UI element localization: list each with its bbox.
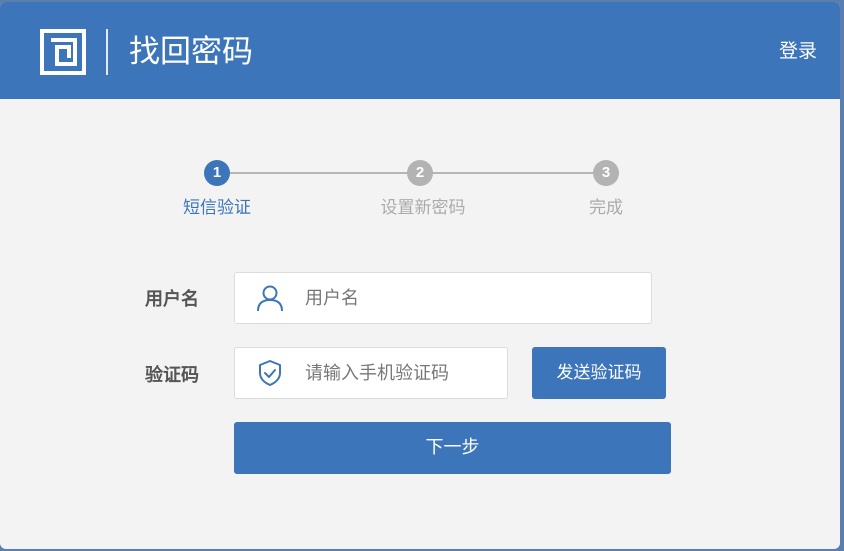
login-link[interactable]: 登录 xyxy=(779,38,817,64)
app-logo-icon xyxy=(40,29,86,75)
step-2-dot: 2 xyxy=(407,160,433,186)
next-step-button[interactable]: 下一步 xyxy=(234,422,671,474)
step-3-dot: 3 xyxy=(593,160,619,186)
step-1-dot: 1 xyxy=(204,160,230,186)
step-1-label: 短信验证 xyxy=(183,198,251,218)
shield-check-icon xyxy=(259,360,281,386)
username-input[interactable] xyxy=(305,273,635,323)
code-label: 验证码 xyxy=(145,365,199,386)
step-2-label: 设置新密码 xyxy=(380,198,466,218)
step-connector-1 xyxy=(230,172,410,174)
code-input[interactable] xyxy=(305,348,501,398)
send-code-button[interactable]: 发送验证码 xyxy=(532,347,666,399)
step-connector-2 xyxy=(432,172,595,174)
code-field[interactable] xyxy=(234,347,508,399)
username-field[interactable] xyxy=(234,272,652,324)
step-3-label: 完成 xyxy=(589,198,623,218)
user-icon xyxy=(257,285,283,312)
find-password-window: 找回密码 登录 1 2 3 短信验证 设置新密码 完成 用户名 验证码 发送验证… xyxy=(0,2,840,549)
header-divider xyxy=(106,29,108,75)
page-title: 找回密码 xyxy=(129,34,253,70)
header-bar: 找回密码 登录 xyxy=(0,2,840,99)
username-label: 用户名 xyxy=(145,289,199,310)
